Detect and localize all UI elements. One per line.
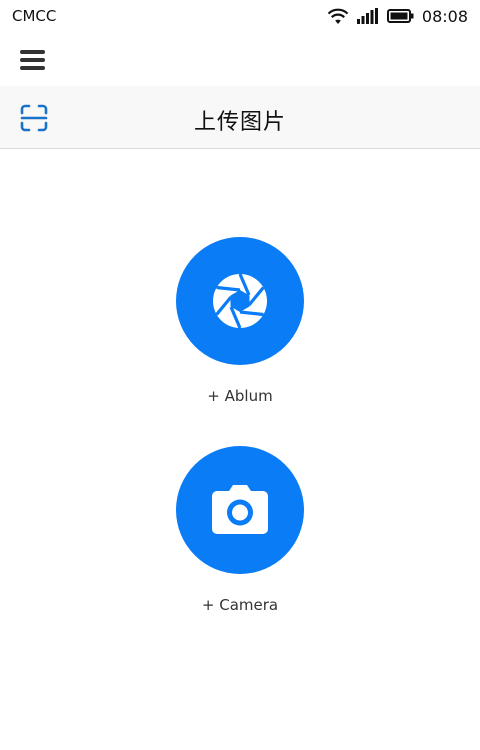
signal-icon xyxy=(356,8,378,24)
page-title: 上传图片 xyxy=(193,110,286,135)
camera-label[interactable]: + Camera xyxy=(116,596,364,614)
camera-icon xyxy=(212,485,268,534)
page-header: 上传图片 xyxy=(0,86,480,149)
album-label[interactable]: + Ablum xyxy=(116,387,364,405)
wifi-icon xyxy=(327,8,349,24)
camera-action: + Camera xyxy=(176,446,304,614)
camera-button[interactable] xyxy=(176,446,304,574)
album-action: + Ablum xyxy=(176,237,304,405)
clock: 08:08 xyxy=(421,6,468,26)
carrier-label: CMCC xyxy=(12,7,57,25)
hamburger-menu-icon[interactable] xyxy=(20,50,45,70)
status-bar: CMCC 08:08 xyxy=(0,0,480,32)
battery-icon xyxy=(386,9,414,23)
status-icons: 08:08 xyxy=(327,7,468,26)
aperture-icon xyxy=(213,273,267,329)
menu-row xyxy=(0,32,480,86)
album-button[interactable] xyxy=(176,237,304,365)
